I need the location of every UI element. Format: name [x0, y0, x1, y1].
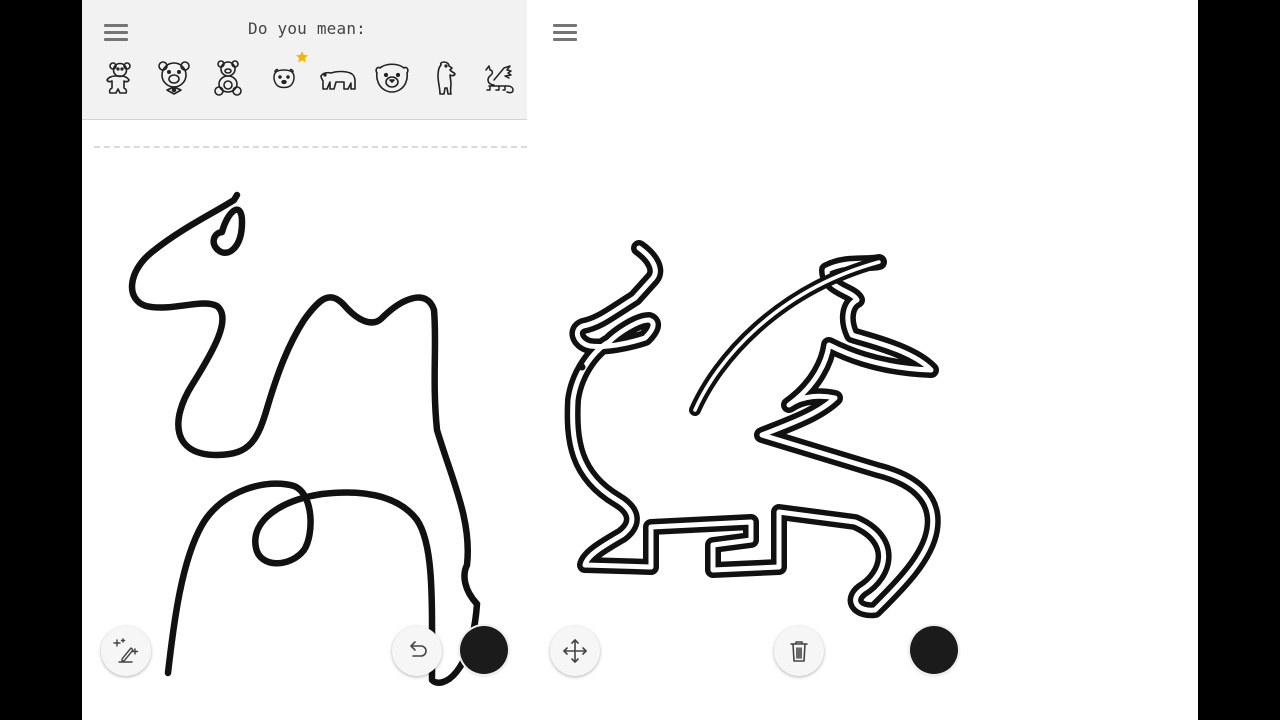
ink-dot: [578, 363, 586, 371]
trash-icon: [790, 641, 808, 662]
left-draw-screen: Do you mean:: [82, 0, 527, 720]
camel-sketch-stroke: [128, 191, 481, 686]
drawing-canvas-left[interactable]: [82, 0, 527, 720]
color-picker-button[interactable]: [460, 626, 508, 674]
delete-button[interactable]: [774, 626, 824, 676]
auto-draw-button[interactable]: [101, 626, 151, 676]
magic-pen-icon: [113, 638, 139, 663]
right-draw-screen: [527, 0, 1198, 720]
drawing-canvas-right[interactable]: [527, 0, 1198, 720]
color-picker-button[interactable]: [910, 626, 958, 674]
undo-button[interactable]: [392, 626, 442, 676]
move-arrows-icon: [563, 639, 587, 663]
undo-icon: [410, 641, 427, 657]
move-button[interactable]: [550, 626, 600, 676]
